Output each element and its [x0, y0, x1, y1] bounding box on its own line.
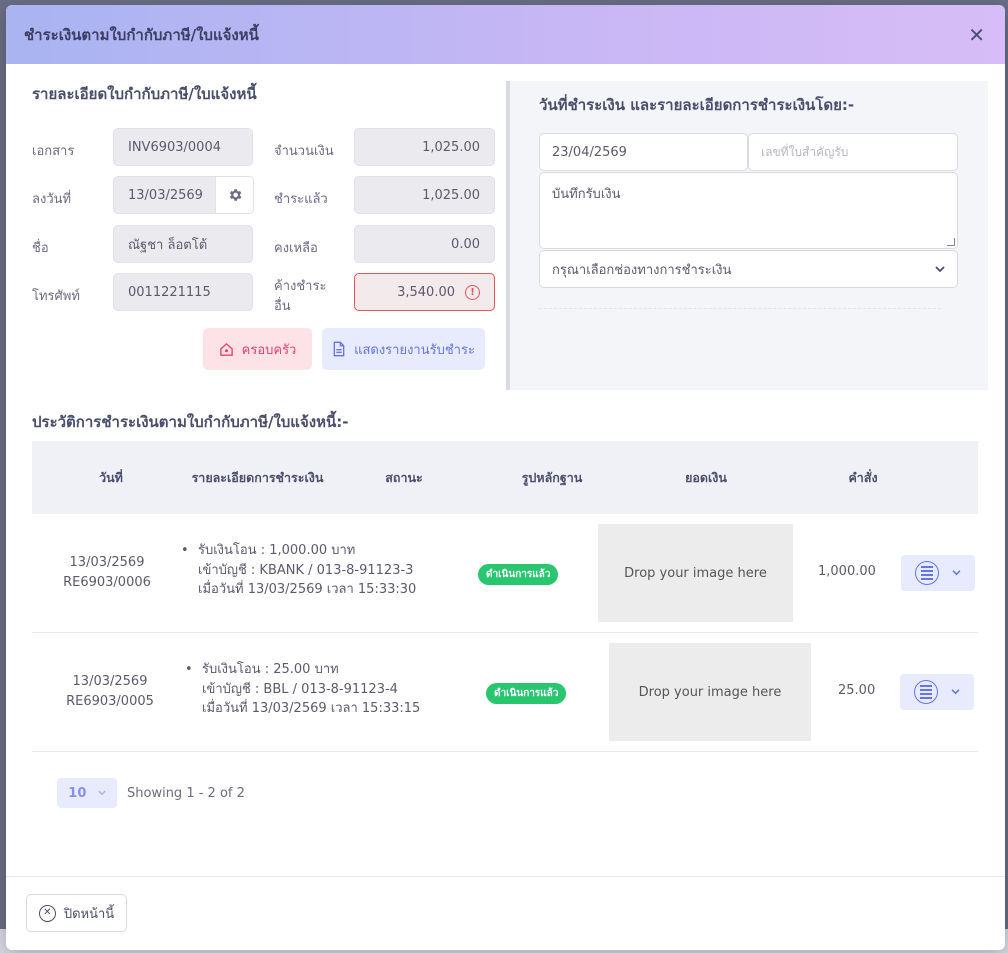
- payment-entry-panel: วันที่ชำระเงิน และรายละเอียดการชำระเงินโ…: [506, 81, 988, 390]
- other-due-value: 3,540.00: [397, 284, 455, 300]
- phone-label: โทรศัพท์: [32, 289, 80, 304]
- paid-label: ชำระแล้ว: [274, 192, 328, 207]
- list-icon: [914, 561, 939, 585]
- invoice-info-grid: เอกสาร INV6903/0004 ลงวันที่ 13/03/2569 …: [32, 120, 502, 320]
- payment-date-input[interactable]: 23/04/2569: [539, 133, 748, 171]
- chevron-down-icon: [952, 570, 961, 576]
- chevron-down-icon: [97, 790, 106, 796]
- row-receipt-no: RE6903/0006: [63, 575, 151, 590]
- remaining-label: คงเหลือ: [274, 241, 318, 256]
- other-due-field: 3,540.00 !: [354, 273, 495, 311]
- date-settings-button[interactable]: [216, 176, 254, 214]
- list-icon: [913, 680, 938, 704]
- showing-text: Showing 1 - 2 of 2: [127, 785, 245, 801]
- row-date-cell: 13/03/2569 RE6903/0006: [52, 553, 162, 593]
- row-date-cell: 13/03/2569 RE6903/0005: [55, 672, 165, 712]
- row-details: • รับเงินโอน : 25.00 บาท เข้าบัญชี : BBL…: [185, 660, 421, 719]
- name-label: ชื่อ: [32, 241, 49, 256]
- payment-method-select[interactable]: กรุณาเลือกช่องทางการชำระเงิน: [539, 250, 958, 288]
- status-badge: ดำเนินการแล้ว: [486, 683, 567, 704]
- doc-field: INV6903/0004: [113, 128, 253, 166]
- receipt-number-input[interactable]: เลขที่ใบสำคัญรับ: [748, 133, 958, 171]
- close-page-button[interactable]: ✕ ปิดหน้านี้: [26, 894, 127, 932]
- page-size-select[interactable]: 10: [57, 778, 117, 808]
- row-action-button[interactable]: [900, 674, 974, 710]
- row-date: 13/03/2569: [69, 555, 145, 570]
- detail-line-1: รับเงินโอน : 1,000.00 บาท: [198, 543, 356, 558]
- row-date: 13/03/2569: [72, 674, 148, 689]
- image-dropzone[interactable]: Drop your image here: [609, 643, 811, 741]
- payment-modal: ชำระเงินตามใบกำกับภาษี/ใบแจ้งหนี้ ✕ รายล…: [6, 5, 1005, 950]
- row-amount: 1,000.00: [818, 564, 876, 579]
- show-report-label: แสดงรายงานรับชำระ: [354, 342, 475, 358]
- detail-line-1: รับเงินโอน : 25.00 บาท: [202, 662, 339, 677]
- dashed-divider: [539, 308, 941, 309]
- col-evidence: รูปหลักฐาน: [521, 469, 583, 485]
- row-amount: 25.00: [838, 683, 876, 698]
- row-details: • รับเงินโอน : 1,000.00 บาท เข้าบัญชี : …: [181, 541, 417, 600]
- modal-title: ชำระเงินตามใบกำกับภาษี/ใบแจ้งหนี้: [24, 25, 259, 44]
- invoice-section-title: รายละเอียดใบกำกับภาษี/ใบแจ้งหนี้: [32, 85, 257, 103]
- detail-line-2: เข้าบัญชี : BBL / 013-8-91123-4: [202, 681, 398, 697]
- bullet: •: [181, 543, 189, 558]
- family-button[interactable]: ครอบครัว: [203, 328, 312, 370]
- detail-line-2: เข้าบัญชี : KBANK / 013-8-91123-3: [198, 562, 414, 578]
- home-icon: [219, 342, 233, 356]
- modal-header: ชำระเงินตามใบกำกับภาษี/ใบแจ้งหนี้ ✕: [6, 5, 1005, 64]
- status-badge: ดำเนินการแล้ว: [478, 564, 559, 585]
- table-header: วันที่ รายละเอียดการชำระเงิน สถานะ รูปหล…: [32, 441, 978, 514]
- detail-line-3: เมื่อวันที่ 13/03/2569 เวลา 15:33:30: [198, 582, 417, 597]
- col-amount: ยอดเงิน: [685, 469, 727, 485]
- date-field: 13/03/2569: [113, 176, 216, 214]
- col-date: วันที่: [99, 469, 123, 485]
- show-report-button[interactable]: แสดงรายงานรับชำระ: [322, 328, 485, 370]
- modal-footer: ✕ ปิดหน้านี้: [6, 876, 1005, 950]
- col-status: สถานะ: [385, 469, 423, 485]
- table-row: 13/03/2569 RE6903/0005 • รับเงินโอน : 25…: [32, 633, 978, 752]
- phone-field: 0011221115: [113, 273, 253, 311]
- close-circle-icon: ✕: [38, 904, 56, 922]
- name-field: ณัฐชา ล็อตโต้: [113, 225, 253, 263]
- gear-icon: [229, 189, 241, 201]
- payment-history-table: วันที่ รายละเอียดการชำระเงิน สถานะ รูปหล…: [32, 441, 978, 752]
- history-title: ประวัติการชำระเงินตามใบกำกับภาษี/ใบแจ้งห…: [32, 413, 349, 431]
- amount-label: จำนวนเงิน: [274, 144, 334, 159]
- row-receipt-no: RE6903/0005: [66, 694, 154, 709]
- date-label: ลงวันที่: [32, 192, 72, 207]
- payment-section-title: วันที่ชำระเงิน และรายละเอียดการชำระเงินโ…: [539, 96, 855, 114]
- other-due-label: ค้างชำระอื่น: [274, 279, 327, 314]
- bullet: •: [185, 662, 193, 677]
- family-button-label: ครอบครัว: [241, 342, 297, 358]
- paid-field: 1,025.00: [354, 176, 495, 214]
- close-page-label: ปิดหน้านี้: [63, 906, 115, 922]
- col-actions: คำสั่ง: [848, 469, 878, 485]
- detail-line-3: เมื่อวันที่ 13/03/2569 เวลา 15:33:15: [202, 701, 421, 716]
- table-row: 13/03/2569 RE6903/0006 • รับเงินโอน : 1,…: [32, 514, 978, 633]
- invoice-details-panel: รายละเอียดใบกำกับภาษี/ใบแจ้งหนี้ เอกสาร …: [32, 82, 502, 320]
- alert-icon: !: [465, 284, 480, 300]
- document-icon: [333, 341, 345, 357]
- payment-date-row: 23/04/2569 เลขที่ใบสำคัญรับ: [539, 133, 958, 171]
- remaining-field: 0.00: [354, 225, 495, 263]
- payment-note-textarea[interactable]: บันทึกรับเงิน: [539, 172, 958, 249]
- image-dropzone[interactable]: Drop your image here: [598, 524, 793, 622]
- chevron-down-icon: [951, 689, 960, 695]
- pagination: 10 Showing 1 - 2 of 2: [57, 778, 245, 808]
- resize-handle-icon[interactable]: [947, 238, 955, 246]
- col-details: รายละเอียดการชำระเงิน: [191, 469, 324, 485]
- chevron-down-icon: [935, 265, 945, 272]
- page-size-value: 10: [68, 785, 87, 801]
- close-icon[interactable]: ✕: [968, 25, 985, 45]
- row-action-button[interactable]: [901, 555, 975, 591]
- payment-note-text: บันทึกรับเงิน: [552, 187, 621, 202]
- amount-field: 1,025.00: [354, 128, 495, 166]
- doc-label: เอกสาร: [32, 144, 75, 159]
- payment-method-placeholder: กรุณาเลือกช่องทางการชำระเงิน: [552, 262, 732, 278]
